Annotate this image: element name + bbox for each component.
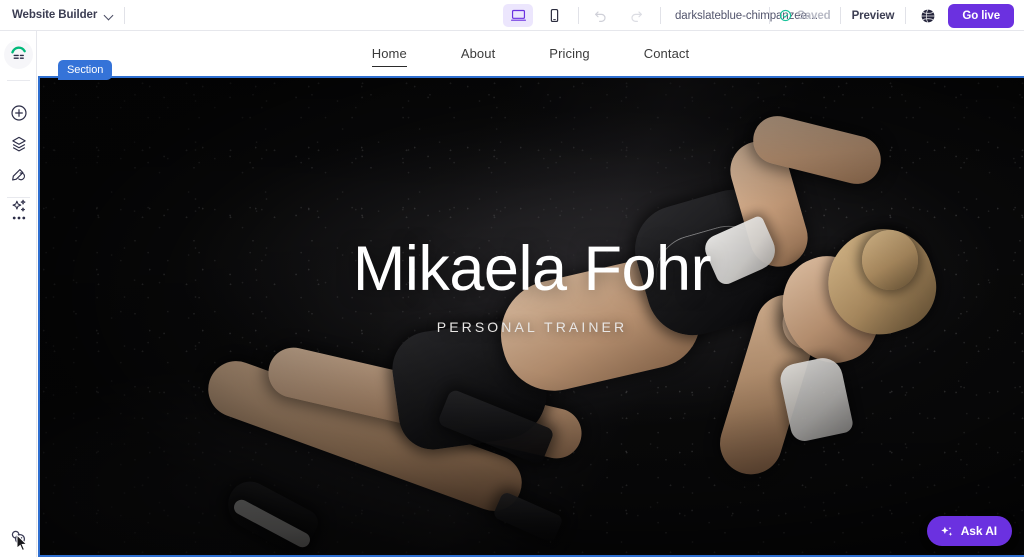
hero-text-block[interactable]: Mikaela Fohr PERSONAL TRAINER — [40, 78, 1024, 555]
sidebar-divider-top — [7, 80, 30, 81]
undo-button[interactable] — [585, 4, 615, 27]
emoji-feedback-icon — [11, 530, 26, 545]
device-mobile-button[interactable] — [539, 4, 569, 27]
redo-icon — [630, 11, 642, 22]
hero-section[interactable]: Mikaela Fohr PERSONAL TRAINER — [40, 78, 1024, 555]
chevron-down-icon[interactable] — [104, 11, 113, 20]
save-status: Saved — [770, 9, 839, 22]
editor-canvas[interactable]: Home About Pricing Contact Section Mikae… — [37, 31, 1024, 557]
app-title-group[interactable]: Website Builder — [0, 9, 113, 21]
desktop-icon — [510, 9, 526, 21]
nav-link-home[interactable]: Home — [345, 46, 434, 67]
more-dots-icon — [12, 216, 25, 220]
hero-subtitle[interactable]: PERSONAL TRAINER — [437, 319, 627, 335]
builder-logo-icon[interactable] — [4, 40, 33, 69]
saved-label: Saved — [797, 9, 831, 22]
builder-logo-glyph — [11, 46, 26, 59]
nav-link-about[interactable]: About — [434, 46, 522, 61]
hero-title[interactable]: Mikaela Fohr — [353, 236, 712, 302]
toolbar-right-group: Saved Preview Go live — [769, 0, 1014, 31]
device-desktop-button[interactable] — [503, 4, 533, 27]
sidebar-item-feedback[interactable] — [4, 525, 32, 549]
left-sidebar — [0, 31, 37, 557]
ask-ai-button[interactable]: Ask AI — [926, 516, 1012, 546]
undo-icon — [594, 11, 606, 22]
sparkles-icon — [940, 526, 952, 536]
go-live-button[interactable]: Go live — [948, 3, 1014, 28]
app-title: Website Builder — [12, 9, 98, 21]
toolbar-divider-3 — [660, 7, 661, 24]
sidebar-item-add-element[interactable] — [5, 102, 33, 124]
section-badge[interactable]: Section — [58, 60, 113, 80]
layers-icon — [11, 136, 26, 152]
language-button[interactable] — [915, 4, 941, 27]
preview-button[interactable]: Preview — [841, 10, 906, 22]
sidebar-items — [0, 102, 37, 217]
sidebar-divider-bottom — [7, 197, 30, 198]
top-toolbar: Website Builder darkslateblue-chimpanzee… — [0, 0, 1024, 31]
toolbar-divider-6 — [905, 7, 907, 24]
nav-link-contact[interactable]: Contact — [617, 46, 717, 61]
globe-icon — [921, 8, 935, 23]
hero-section-selected[interactable]: Section Mikaela Fohr PERSONAL TRAINER — [38, 60, 1024, 557]
nav-link-pricing[interactable]: Pricing — [522, 46, 616, 61]
sidebar-item-more[interactable] — [5, 207, 33, 229]
sidebar-item-layers[interactable] — [5, 133, 33, 155]
site-navigation: Home About Pricing Contact — [37, 31, 1024, 76]
redo-button[interactable] — [621, 4, 651, 27]
mobile-icon — [550, 8, 558, 23]
ask-ai-label: Ask AI — [960, 524, 997, 538]
check-circle-icon — [780, 9, 792, 22]
toolbar-divider-2 — [578, 7, 579, 24]
theme-brush-icon — [11, 169, 25, 181]
plus-circle-icon — [10, 105, 27, 121]
toolbar-divider — [124, 6, 126, 24]
sidebar-item-theme[interactable] — [5, 164, 33, 186]
